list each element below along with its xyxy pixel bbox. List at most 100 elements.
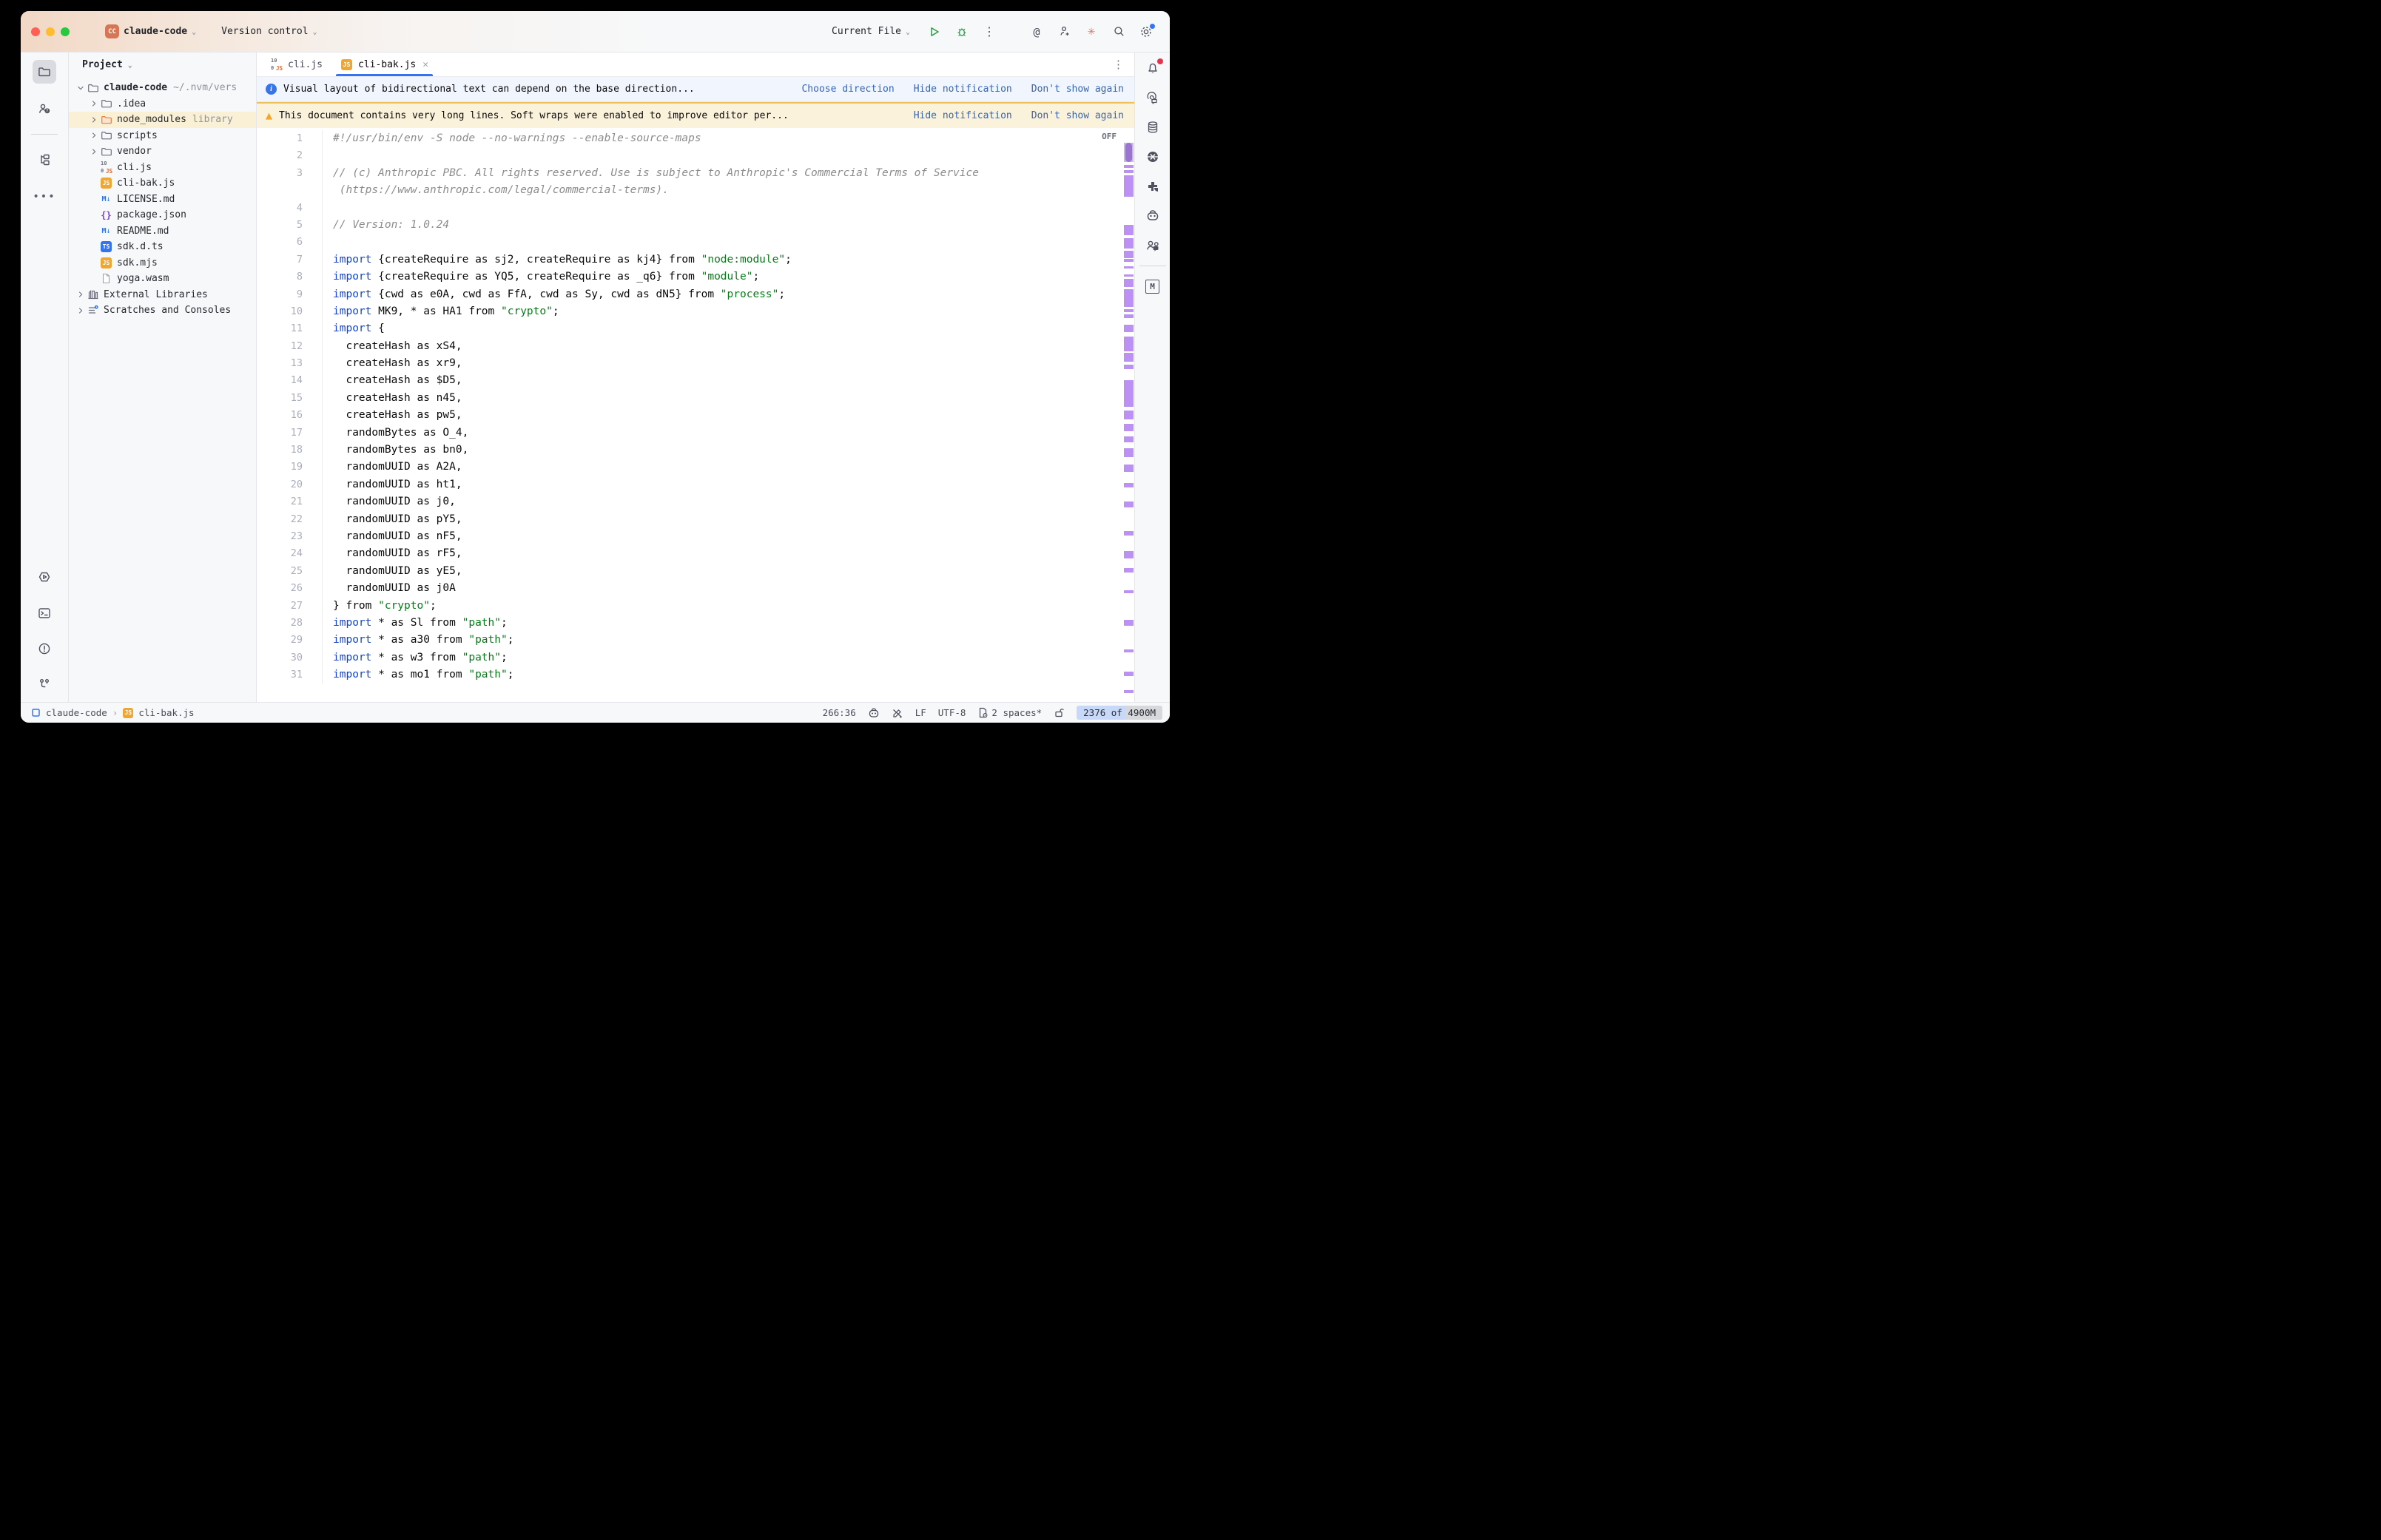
code-with-me-icon[interactable] <box>1057 24 1071 39</box>
tree-item-package-json[interactable]: {}package.json <box>69 207 256 223</box>
code-line-9[interactable]: 9import {cwd as e0A, cwd as FfA, cwd as … <box>257 286 1134 303</box>
code-line-4[interactable]: 4 <box>257 200 1134 217</box>
pull-requests-tool-icon[interactable]: ? <box>33 97 56 121</box>
code-line-22[interactable]: 22 randomUUID as pY5, <box>257 511 1134 528</box>
project-tool-icon[interactable] <box>33 60 56 84</box>
search-everywhere-icon[interactable] <box>1111 24 1126 39</box>
code-line-23[interactable]: 23 randomUUID as nF5, <box>257 528 1134 545</box>
ai-assistant-icon[interactable]: ✳ <box>1084 24 1099 39</box>
database-tool-icon[interactable] <box>1143 118 1162 137</box>
tree-item-sdk-mjs[interactable]: JSsdk.mjs <box>69 255 256 271</box>
code-line-11[interactable]: 11import { <box>257 320 1134 337</box>
code-line-19[interactable]: 19 randomUUID as A2A, <box>257 459 1134 476</box>
scrollbar-thumb[interactable] <box>1125 143 1132 162</box>
m-plugin-tool-icon[interactable]: M <box>1143 277 1162 296</box>
code-line-27[interactable]: 27} from "crypto"; <box>257 598 1134 615</box>
code-line-26[interactable]: 26 randomUUID as j0A <box>257 580 1134 597</box>
tree-item-scripts[interactable]: scripts <box>69 128 256 144</box>
settings-gear-icon[interactable] <box>1139 24 1154 39</box>
chevron-right-icon[interactable] <box>88 146 100 158</box>
more-tool-windows-icon[interactable]: ••• <box>33 185 56 209</box>
code-line-18[interactable]: 18 randomBytes as bn0, <box>257 442 1134 459</box>
indent-widget[interactable]: 2 spaces* <box>977 707 1042 718</box>
code-review-chat-tool-icon[interactable] <box>1143 236 1162 255</box>
code-line-10[interactable]: 10import MK9, * as HA1 from "crypto"; <box>257 303 1134 320</box>
code-line-6[interactable]: 6 <box>257 234 1134 251</box>
code-line-25[interactable]: 25 randomUUID as yE5, <box>257 563 1134 580</box>
close-tab-icon[interactable]: ✕ <box>422 59 428 70</box>
editor-tab-cli-js[interactable]: 100JScli.js <box>261 53 331 76</box>
code-line-28[interactable]: 28import * as Sl from "path"; <box>257 615 1134 632</box>
encoding-widget[interactable]: UTF-8 <box>938 707 966 718</box>
banner-link-hide-notification[interactable]: Hide notification <box>914 110 1012 121</box>
more-actions-kebab[interactable]: ⋮ <box>982 24 997 39</box>
tree-item-readme-md[interactable]: M↓README.md <box>69 223 256 240</box>
run-button[interactable] <box>927 24 942 39</box>
editor-tab-cli-bak-js[interactable]: JScli-bak.js✕ <box>331 53 437 76</box>
plugin-puzzle-tool-icon[interactable] <box>1143 177 1162 196</box>
tree-item-external-libraries[interactable]: External Libraries <box>69 287 256 303</box>
tree-item-claude-code[interactable]: claude-code~/.nvm/vers <box>69 80 256 96</box>
banner-link-hide-notification[interactable]: Hide notification <box>914 84 1012 95</box>
banner-link-don-t-show-again[interactable]: Don't show again <box>1031 110 1124 121</box>
git-tool-icon[interactable] <box>33 672 56 696</box>
minimize-window-button[interactable] <box>46 27 55 36</box>
zoom-window-button[interactable] <box>61 27 70 36</box>
code-line-16[interactable]: 16 createHash as pw5, <box>257 407 1134 424</box>
caret-position-widget[interactable]: 266:36 <box>823 707 856 718</box>
ai-status-icon[interactable] <box>868 707 880 719</box>
code-line-31[interactable]: 31import * as mo1 from "path"; <box>257 666 1134 683</box>
code-line-15[interactable]: 15 createHash as n45, <box>257 390 1134 407</box>
code-line-14[interactable]: 14 createHash as $D5, <box>257 372 1134 389</box>
chevron-right-icon[interactable] <box>75 305 87 317</box>
code-line-2[interactable]: 2 <box>257 147 1134 164</box>
code-line-24[interactable]: 24 randomUUID as rF5, <box>257 545 1134 562</box>
code-editor[interactable]: OFF 1#!/usr/bin/env -S node --no-warning… <box>257 128 1134 702</box>
project-widget[interactable]: CC claude-code ⌄ <box>99 21 202 41</box>
code-line-20[interactable]: 20 randomUUID as ht1, <box>257 476 1134 493</box>
tree-item-yoga-wasm[interactable]: yoga.wasm <box>69 271 256 287</box>
code-line-30[interactable]: 30import * as w3 from "path"; <box>257 649 1134 666</box>
tree-item-node-modules[interactable]: node_moduleslibrary <box>69 112 256 128</box>
x-plugin-tool-icon[interactable] <box>1143 147 1162 166</box>
code-line-17[interactable]: 17 randomBytes as O_4, <box>257 425 1134 442</box>
run-anything-tool-icon[interactable] <box>33 566 56 590</box>
chevron-down-icon[interactable]: ⌄ <box>128 61 132 70</box>
breadcrumb-file[interactable]: cli-bak.js <box>138 707 194 718</box>
chevron-down-icon[interactable] <box>75 82 87 94</box>
tree-item-scratches-and-consoles[interactable]: Scratches and Consoles <box>69 303 256 319</box>
tree-item-cli-bak-js[interactable]: JScli-bak.js <box>69 175 256 192</box>
breadcrumb-project[interactable]: claude-code <box>46 707 107 718</box>
code-line-wrap[interactable]: (https://www.anthropic.com/legal/commerc… <box>257 182 1134 199</box>
debug-button[interactable] <box>954 24 969 39</box>
code-line-21[interactable]: 21 randomUUID as j0, <box>257 493 1134 510</box>
vcs-widget[interactable]: Version control ⌄ <box>215 23 323 40</box>
robot-tool-icon[interactable] <box>1143 206 1162 226</box>
tree-item-cli-js[interactable]: 100JScli.js <box>69 160 256 176</box>
code-line-8[interactable]: 8import {createRequire as YQ5, createReq… <box>257 269 1134 286</box>
chevron-right-icon[interactable] <box>88 98 100 109</box>
code-line-29[interactable]: 29import * as a30 from "path"; <box>257 632 1134 649</box>
banner-link-don-t-show-again[interactable]: Don't show again <box>1031 84 1124 95</box>
inspections-off-indicator[interactable]: OFF <box>1102 132 1117 141</box>
memory-indicator[interactable]: 2376 of 4900M <box>1077 706 1162 720</box>
code-line-12[interactable]: 12 createHash as xS4, <box>257 338 1134 355</box>
chevron-right-icon[interactable] <box>88 129 100 141</box>
code-line-13[interactable]: 13 createHash as xr9, <box>257 355 1134 372</box>
notifications-bell-icon[interactable] <box>1143 58 1162 78</box>
highlighting-level-icon[interactable] <box>892 707 903 719</box>
chevron-right-icon[interactable] <box>75 288 87 300</box>
structure-tool-icon[interactable] <box>33 148 56 172</box>
close-window-button[interactable] <box>31 27 40 36</box>
ai-chat-tool-icon[interactable] <box>1143 88 1162 107</box>
banner-link-choose-direction[interactable]: Choose direction <box>801 84 894 95</box>
code-line-5[interactable]: 5// Version: 1.0.24 <box>257 217 1134 234</box>
terminal-tool-icon[interactable] <box>33 601 56 625</box>
tab-options-kebab[interactable]: ⋮ <box>1102 53 1134 76</box>
run-configuration-selector[interactable]: Current File ⌄ <box>832 26 910 37</box>
tree-item-idea[interactable]: .idea <box>69 96 256 112</box>
tree-item-sdk-d-ts[interactable]: TSsdk.d.ts <box>69 239 256 255</box>
code-line-7[interactable]: 7import {createRequire as sj2, createReq… <box>257 251 1134 269</box>
code-line-1[interactable]: 1#!/usr/bin/env -S node --no-warnings --… <box>257 130 1134 147</box>
problems-tool-icon[interactable] <box>33 637 56 661</box>
